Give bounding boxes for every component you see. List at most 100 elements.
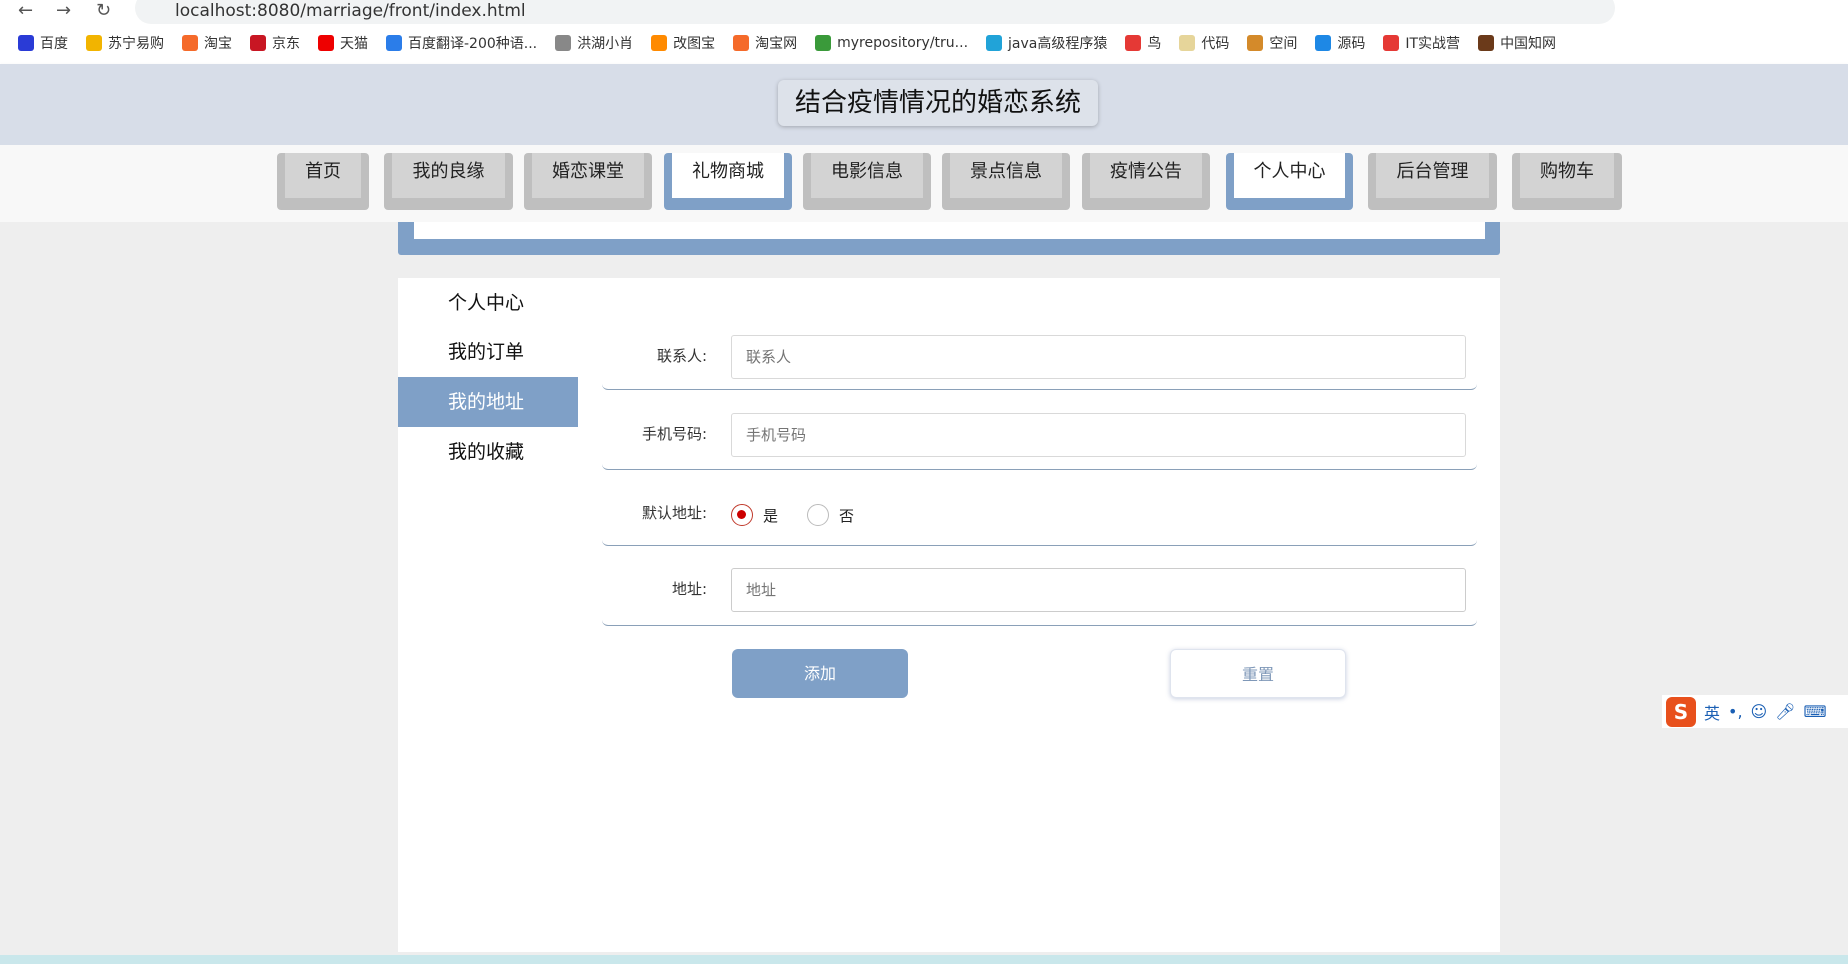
form-row-address: 地址: <box>602 546 1477 626</box>
bookmark[interactable]: 京东 <box>250 33 300 53</box>
sidebar-item[interactable]: 个人中心 <box>398 278 578 328</box>
bookmark-label: java高级程序猿 <box>1008 36 1108 52</box>
taobao-icon <box>182 35 198 51</box>
back-icon[interactable]: ← <box>18 0 33 22</box>
bookmark[interactable]: IT实战营 <box>1383 33 1460 53</box>
bookmark-label: 百度翻译-200种语... <box>408 36 538 52</box>
nav-tab[interactable]: 疫情公告 <box>1082 153 1210 210</box>
main-nav: 首页 我的良缘 婚恋课堂 礼物商城 电影信息 景点信息 疫情公告 个人中心 后台管理 购物车 <box>0 145 1848 222</box>
emoji-icon[interactable]: ☺ <box>1751 702 1768 721</box>
docker-icon <box>1315 35 1332 51</box>
browser-chrome: localhost:8080/marriage/front/index.html… <box>0 0 1848 64</box>
cnki-icon <box>1478 35 1495 51</box>
radio-yes[interactable]: 是 <box>731 504 778 526</box>
add-button[interactable]: 添加 <box>732 649 908 698</box>
bookmark[interactable]: 百度 <box>18 33 68 53</box>
sidebar-item[interactable]: 我的地址 <box>398 377 578 427</box>
nav-tab[interactable]: 景点信息 <box>942 153 1070 210</box>
ime-punct[interactable]: •, <box>1728 702 1743 721</box>
nav-tab[interactable]: 后台管理 <box>1368 153 1497 210</box>
bookmark[interactable]: 天猫 <box>318 33 368 53</box>
bookmark[interactable]: 改图宝 <box>651 33 715 53</box>
bookmark-label: 天猫 <box>340 36 368 52</box>
nav-tab-label: 景点信息 <box>950 153 1062 198</box>
sogou-logo-icon: S <box>1666 696 1696 727</box>
paw-icon <box>18 35 34 51</box>
bookmark-label: 源码 <box>1337 36 1366 52</box>
bookmark[interactable]: 代码 <box>1179 33 1229 53</box>
nav-tab-label: 疫情公告 <box>1090 153 1202 198</box>
reset-button[interactable]: 重置 <box>1170 649 1346 698</box>
nav-tab-label: 我的良缘 <box>392 153 505 198</box>
mic-icon[interactable]: 🎤︎ <box>1775 702 1795 721</box>
form-row-default: 默认地址: 是 否 <box>602 470 1477 546</box>
bookmark[interactable]: 鸟 <box>1125 33 1161 53</box>
bookmark[interactable]: 洪湖小肖 <box>555 33 633 53</box>
nav-tab[interactable]: 婚恋课堂 <box>524 153 652 210</box>
default-label: 默认地址: <box>641 504 707 522</box>
bookmark-label: 鸟 <box>1147 36 1162 52</box>
bookmark-label: 淘宝 <box>204 36 232 52</box>
nav-tab[interactable]: 电影信息 <box>803 153 931 210</box>
phone-input[interactable] <box>731 413 1466 457</box>
bookmark[interactable]: myrepository/tru... <box>815 35 968 51</box>
reload-icon[interactable]: ↻ <box>96 0 111 22</box>
contact-label: 联系人: <box>656 347 707 365</box>
bookmark[interactable]: 淘宝网 <box>733 33 797 53</box>
taobao-icon <box>733 35 750 51</box>
image-icon <box>651 35 668 51</box>
radio-yes-label: 是 <box>763 506 779 525</box>
taskbar-strip <box>0 955 1848 964</box>
address-bar[interactable]: localhost:8080/marriage/front/index.html <box>135 0 1615 24</box>
content-panel: 个人中心我的订单我的地址我的收藏 联系人: 手机号码: 默认地址: 是 否 地址… <box>398 278 1500 952</box>
address-input[interactable] <box>731 568 1466 612</box>
radio-unchecked-icon[interactable] <box>807 504 829 526</box>
bookmark-label: 苏宁易购 <box>108 36 164 52</box>
bookmark[interactable]: 中国知网 <box>1478 33 1556 53</box>
nav-tab-label: 首页 <box>285 153 361 198</box>
radio-no[interactable]: 否 <box>807 504 854 526</box>
phone-label: 手机号码: <box>641 425 707 443</box>
forward-icon[interactable]: → <box>56 0 71 22</box>
ime-toolbar[interactable]: S 英 •, ☺ 🎤︎ ⌨ <box>1662 695 1848 728</box>
nav-tab-label: 电影信息 <box>811 153 923 198</box>
nav-tab[interactable]: 我的良缘 <box>384 153 513 210</box>
nav-tab-label: 购物车 <box>1520 153 1614 198</box>
radio-no-label: 否 <box>839 506 855 525</box>
bookmark-label: 中国知网 <box>1500 36 1557 52</box>
nav-tab[interactable]: 首页 <box>277 153 369 210</box>
sidebar-item[interactable]: 我的收藏 <box>398 427 578 477</box>
chrome-icon <box>1383 35 1400 51</box>
code-icon <box>1179 35 1196 51</box>
bookmark-label: myrepository/tru... <box>837 35 969 51</box>
tmall-icon <box>318 35 334 51</box>
bookmark[interactable]: java高级程序猿 <box>986 33 1107 53</box>
nav-tab-label: 婚恋课堂 <box>532 153 644 198</box>
bookmark[interactable]: 淘宝 <box>182 33 232 53</box>
bookmark[interactable]: 空间 <box>1247 33 1297 53</box>
url-text: localhost:8080/marriage/front/index.html <box>175 1 526 21</box>
bookmark[interactable]: 苏宁易购 <box>86 33 164 53</box>
bird-icon <box>1125 35 1142 51</box>
nav-tab[interactable]: 个人中心 <box>1226 153 1353 210</box>
sidebar-item[interactable]: 我的订单 <box>398 327 578 377</box>
nav-tab-label: 个人中心 <box>1234 153 1345 198</box>
bookmarks-bar: 百度 苏宁易购 淘宝 京东 天猫 百度翻译-200种语... 洪湖小肖 改图宝 淘宝网 myrep… <box>18 30 1556 56</box>
bookmark-label: IT实战营 <box>1405 36 1461 52</box>
form-row-contact: 联系人: <box>602 278 1477 390</box>
bookmark-label: 改图宝 <box>673 36 716 52</box>
bookmark[interactable]: 百度翻译-200种语... <box>386 33 537 53</box>
address-label: 地址: <box>671 580 707 598</box>
radio-checked-icon[interactable] <box>731 504 753 526</box>
site-title: 结合疫情情况的婚恋系统 <box>778 80 1098 126</box>
contact-input[interactable] <box>731 335 1466 379</box>
translate-icon <box>386 35 402 51</box>
lion-icon <box>86 35 102 51</box>
keyboard-icon[interactable]: ⌨ <box>1804 702 1827 721</box>
nav-tab[interactable]: 购物车 <box>1512 153 1622 210</box>
ime-mode[interactable]: 英 <box>1704 700 1720 724</box>
nav-tab[interactable]: 礼物商城 <box>664 153 792 210</box>
form-row-phone: 手机号码: <box>602 390 1477 470</box>
bookmark[interactable]: 源码 <box>1315 33 1365 53</box>
banner-frame <box>398 222 1500 255</box>
